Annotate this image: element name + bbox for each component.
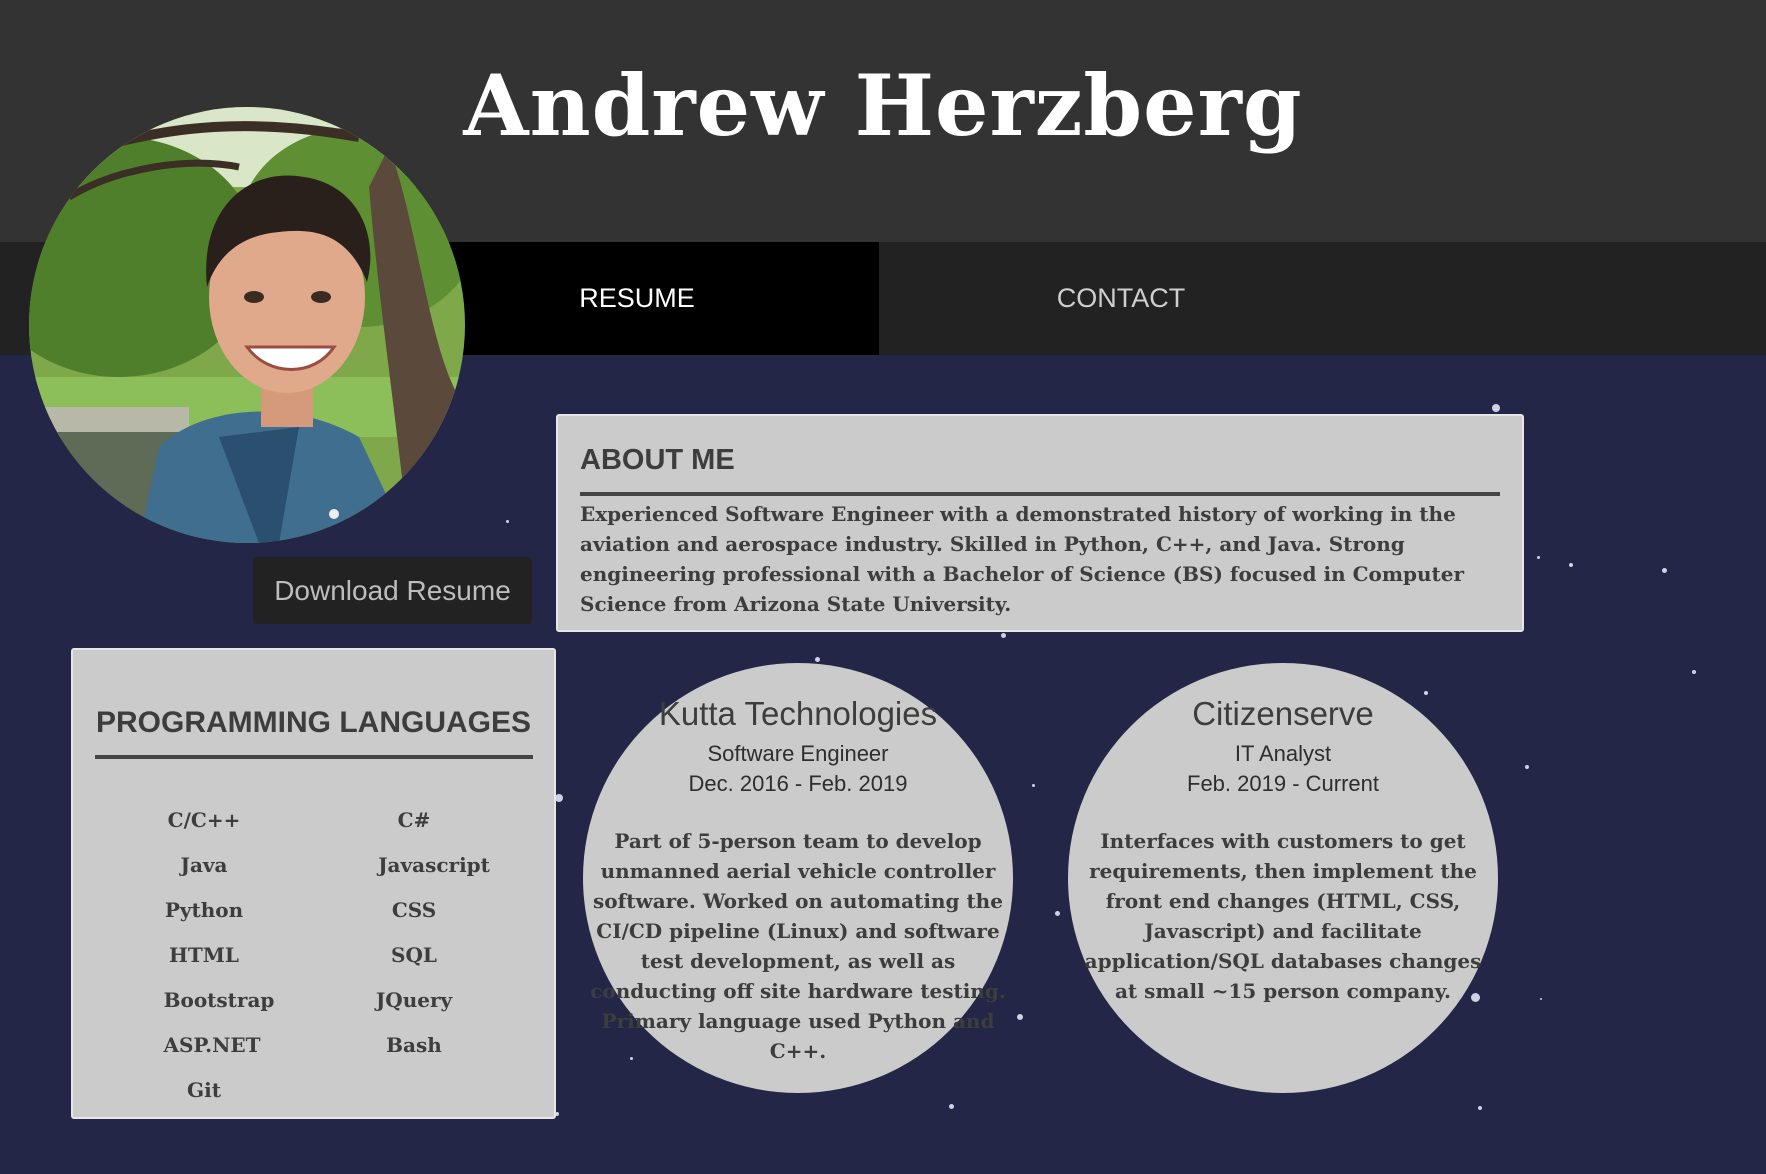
job-dates: Dec. 2016 - Feb. 2019 bbox=[688, 771, 908, 796]
language-item: Bash bbox=[386, 1033, 442, 1057]
star-dot bbox=[1478, 1106, 1482, 1110]
star-dot bbox=[949, 1104, 954, 1109]
job-dates: Feb. 2019 - Current bbox=[1187, 771, 1379, 796]
job-description: Interfaces with customers to get require… bbox=[1084, 829, 1482, 1003]
star-dot bbox=[506, 520, 509, 523]
language-item: Bootstrap bbox=[163, 988, 275, 1012]
job-company: Citizenserve bbox=[1192, 695, 1374, 732]
language-item: Javascript bbox=[378, 853, 490, 877]
star-dot bbox=[1537, 556, 1540, 559]
star-dot bbox=[1525, 765, 1529, 769]
job-description: Part of 5-person team to develop unmanne… bbox=[590, 829, 1006, 1063]
heading-divider bbox=[580, 492, 1500, 496]
job-card-kutta: Kutta Technologies Software Engineer Dec… bbox=[583, 663, 1013, 1093]
star-dot bbox=[1569, 563, 1573, 567]
tab-resume[interactable]: RESUME bbox=[395, 242, 879, 355]
download-resume-button[interactable]: Download Resume bbox=[253, 557, 532, 624]
heading-divider bbox=[95, 755, 533, 759]
star-dot bbox=[1492, 404, 1500, 412]
job-card-citizenserve: Citizenserve IT Analyst Feb. 2019 - Curr… bbox=[1068, 663, 1498, 1093]
programming-languages-heading: PROGRAMMING LANGUAGES bbox=[96, 706, 531, 739]
language-item: C# bbox=[397, 808, 431, 832]
about-me-text: Experienced Software Engineer with a dem… bbox=[580, 502, 1465, 616]
tab-contact[interactable]: CONTACT bbox=[879, 242, 1363, 355]
profile-photo-illustration bbox=[29, 107, 465, 543]
star-dot bbox=[815, 657, 820, 662]
star-dot bbox=[1662, 568, 1667, 573]
language-item: ASP.NET bbox=[163, 1033, 261, 1057]
language-item: Git bbox=[187, 1078, 221, 1102]
job-company: Kutta Technologies bbox=[658, 695, 938, 732]
language-item: Java bbox=[180, 853, 228, 877]
job-role: Software Engineer bbox=[707, 741, 889, 766]
profile-photo bbox=[29, 107, 465, 543]
star-dot bbox=[1017, 1014, 1023, 1020]
language-item: C/C++ bbox=[167, 808, 241, 832]
star-dot bbox=[1055, 911, 1060, 916]
about-me-heading: ABOUT ME bbox=[580, 444, 735, 476]
language-item: SQL bbox=[391, 943, 437, 967]
star-dot bbox=[1692, 670, 1696, 674]
star-dot bbox=[1032, 784, 1035, 787]
star-dot bbox=[555, 794, 563, 802]
about-me-card: ABOUT ME Experienced Software Engineer w… bbox=[556, 414, 1524, 632]
job-role: IT Analyst bbox=[1234, 741, 1332, 766]
language-item: HTML bbox=[169, 943, 239, 967]
language-item: JQuery bbox=[375, 988, 453, 1012]
language-item: Python bbox=[164, 898, 244, 922]
programming-languages-card: PROGRAMMING LANGUAGES C/C++ C# Java Java… bbox=[71, 648, 556, 1119]
star-dot bbox=[1540, 998, 1542, 1000]
star-dot bbox=[1001, 633, 1006, 638]
language-item: CSS bbox=[391, 898, 437, 922]
